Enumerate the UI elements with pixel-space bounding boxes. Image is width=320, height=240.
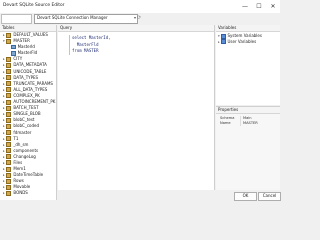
tree-item-label: BONDS [13,190,28,196]
table-icon [6,99,12,105]
tables-tree: ▸ DEFAULT_VALUES ▾ MASTER MasterId MasterFld ▸… [0,32,56,197]
table-icon [6,81,12,87]
tree-item-label: DATA_TYPES [13,74,39,80]
tree-item-label: MASTER [13,38,30,44]
fold-gutter [69,35,70,55]
table-icon [6,178,12,184]
table-icon [6,160,12,166]
variables-folder-icon [221,39,226,45]
refresh-icon[interactable]: ⟳ [137,15,144,21]
connection-type-select[interactable] [1,14,32,24]
tree-item-label: BATCH_TEST [13,105,39,111]
tables-pane: Tables ▸ DEFAULT_VALUES ▾ MASTER MasterId Mas… [0,25,57,200]
table-icon [6,69,12,75]
property-value: MASTER [240,121,278,127]
table-icon [6,75,12,81]
title-bar: Devart SQLite Source Editor — ☐ ✕ [0,0,280,13]
properties-pane: Properties Schema Main Name MASTER [216,106,280,190]
table-icon [6,38,12,44]
table-icon [6,154,12,160]
query-header: Query [58,25,214,32]
table-icon [6,123,12,129]
tree-item-label: TRUNCATE_PARAMS [13,80,53,86]
variable-group-item[interactable]: ▸ User Variables [218,39,280,45]
table-icon [6,190,12,196]
table-icon [6,130,12,135]
tables-header: Tables [0,25,56,32]
query-pane: Query select MasterId, MasterFld from MA… [58,25,215,190]
toolbar: Devart SQLite Connection Manager ▾ ⟳ [0,13,280,24]
tree-item-label: _dh_sm [13,141,29,147]
tree-item-label: MasterFld [17,50,38,56]
variables-pane: Variables ▾ System Variables ▸ User Variabl… [216,25,280,105]
variables-header: Variables [216,25,280,32]
tree-item-label: ALL_DATA_TYPES [13,86,48,92]
tree-item-label: components [13,147,39,153]
maximize-button[interactable]: ☐ [252,0,266,13]
tree-item-label: SINGLE_BLOB [13,111,41,117]
table-icon [6,93,12,99]
tree-item-label: Mem1 [13,166,26,172]
variables-tree: ▾ System Variables ▸ User Variables [216,32,280,45]
table-icon [6,184,12,190]
tree-item-label: Movable [13,184,31,190]
chevron-down-icon: ▾ [133,15,136,20]
tree-item-label: blobC_coded [13,123,40,129]
ok-button[interactable]: OK [234,192,257,201]
property-row: Name MASTER [218,121,278,127]
tree-item-label: DATA_METADATA [13,62,47,68]
column-icon [11,44,16,50]
variables-folder-icon [221,33,226,39]
table-icon [6,117,12,123]
tree-item-label: ChangeLog [13,153,36,159]
window-title: Devart SQLite Source Editor [3,3,65,8]
table-icon [6,105,12,111]
query-editor[interactable]: select MasterId, MasterFld from MASTER [72,35,111,55]
tree-item-label: DEFAULT_VALUES [13,32,48,37]
table-icon [6,148,12,154]
minimize-button[interactable]: — [238,0,252,13]
table-icon [6,62,12,68]
tree-item-label: Rows [13,178,24,184]
table-icon [6,136,12,142]
table-icon [6,56,12,62]
dialog-footer: OK Cancel [216,190,281,201]
table-icon [6,111,12,117]
table-item[interactable]: ▸ BONDS [1,190,56,196]
tree-item-label: AUTOINCREMENT_PK [13,99,56,105]
tree-item-label: CITY [13,56,23,62]
column-icon [11,50,16,56]
tree-item-label: fdmaster [13,129,32,135]
tree-item-label: T1 [13,135,19,141]
tree-item-label: COMPLEX_PK [13,92,40,98]
property-key: Name [220,121,231,126]
variable-group-label: System Variables [227,33,262,38]
tree-item-label: MasterId [17,44,35,50]
tree-item-label: blobC_test [13,117,35,123]
table-icon [6,166,12,172]
properties-header: Properties [216,107,280,114]
cancel-button[interactable]: Cancel [258,192,281,201]
tree-item-label: UNICODE_TABLE [13,68,47,74]
close-button[interactable]: ✕ [266,0,280,13]
tree-item-label: DateTimeTable [13,172,44,178]
properties-grid: Schema Main Name MASTER [218,116,278,127]
connection-select[interactable]: Devart SQLite Connection Manager ▾ [34,14,138,24]
connection-select-value: Devart SQLite Connection Manager [37,15,108,20]
table-icon [6,172,12,178]
table-icon [6,32,12,38]
tree-item-label: Files [13,159,23,165]
table-icon [6,142,12,148]
variable-group-label: User Variables [227,38,257,44]
table-icon [6,87,12,93]
